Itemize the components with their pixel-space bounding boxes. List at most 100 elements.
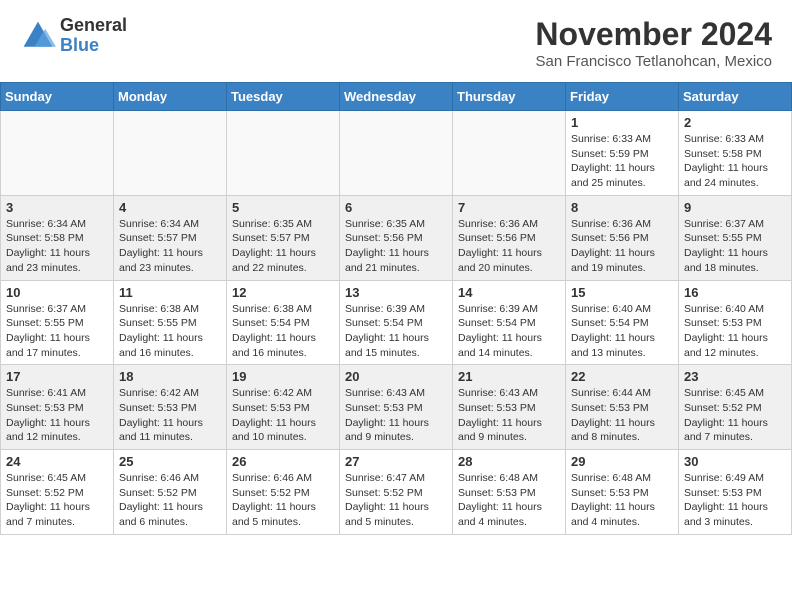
day-info: Sunrise: 6:36 AM Sunset: 5:56 PM Dayligh… [458, 217, 560, 276]
day-number: 28 [458, 454, 560, 469]
calendar-cell [114, 111, 227, 196]
weekday-header-thursday: Thursday [453, 83, 566, 111]
day-info: Sunrise: 6:45 AM Sunset: 5:52 PM Dayligh… [6, 471, 108, 530]
day-number: 12 [232, 285, 334, 300]
calendar-cell: 20Sunrise: 6:43 AM Sunset: 5:53 PM Dayli… [340, 365, 453, 450]
calendar-cell: 28 Sunrise: 6:48 AM Sunset: 5:53 PM Dayli… [453, 450, 566, 535]
calendar-cell: 8Sunrise: 6:36 AM Sunset: 5:56 PM Daylig… [566, 195, 679, 280]
calendar-cell: 21 Sunrise: 6:43 AM Sunset: 5:53 PM Dayli… [453, 365, 566, 450]
weekday-header-wednesday: Wednesday [340, 83, 453, 111]
calendar-cell [453, 111, 566, 196]
day-number: 17 [6, 369, 108, 384]
calendar-cell: 12 Sunrise: 6:38 AM Sunset: 5:54 PM Dayli… [227, 280, 340, 365]
calendar-cell: 2Sunrise: 6:33 AM Sunset: 5:58 PM Daylig… [679, 111, 792, 196]
day-info: Sunrise: 6:42 AM Sunset: 5:53 PM Dayligh… [232, 386, 334, 445]
day-number: 1 [571, 115, 673, 130]
calendar-cell: 16 Sunrise: 6:40 AM Sunset: 5:53 PM Dayli… [679, 280, 792, 365]
day-info: Sunrise: 6:46 AM Sunset: 5:52 PM Dayligh… [232, 471, 334, 530]
calendar-cell: 14 Sunrise: 6:39 AM Sunset: 5:54 PM Dayli… [453, 280, 566, 365]
calendar-cell: 23 Sunrise: 6:45 AM Sunset: 5:52 PM Dayli… [679, 365, 792, 450]
title-block: November 2024 San Francisco Tetlanohcan,… [535, 16, 772, 70]
day-number: 23 [684, 369, 786, 384]
calendar-cell: 19 Sunrise: 6:42 AM Sunset: 5:53 PM Dayli… [227, 365, 340, 450]
day-info: Sunrise: 6:40 AM Sunset: 5:54 PM Dayligh… [571, 302, 673, 361]
day-info: Sunrise: 6:38 AM Sunset: 5:54 PM Dayligh… [232, 302, 334, 361]
day-number: 30 [684, 454, 786, 469]
logo-icon [20, 18, 56, 54]
day-info: Sunrise: 6:35 AM Sunset: 5:56 PM Dayligh… [345, 217, 447, 276]
day-number: 9 [684, 200, 786, 215]
calendar-cell: 1 Sunrise: 6:33 AM Sunset: 5:59 PM Daylig… [566, 111, 679, 196]
day-info: Sunrise: 6:34 AM Sunset: 5:57 PM Dayligh… [119, 217, 221, 276]
day-number: 29 [571, 454, 673, 469]
weekday-header-sunday: Sunday [1, 83, 114, 111]
day-info: Sunrise: 6:49 AM Sunset: 5:53 PM Dayligh… [684, 471, 786, 530]
calendar-cell: 15 Sunrise: 6:40 AM Sunset: 5:54 PM Dayli… [566, 280, 679, 365]
day-number: 25 [119, 454, 221, 469]
day-number: 27 [345, 454, 447, 469]
calendar-table: SundayMondayTuesdayWednesdayThursdayFrid… [0, 82, 792, 535]
day-info: Sunrise: 6:40 AM Sunset: 5:53 PM Dayligh… [684, 302, 786, 361]
day-number: 26 [232, 454, 334, 469]
day-number: 3 [6, 200, 108, 215]
calendar-cell: 26 Sunrise: 6:46 AM Sunset: 5:52 PM Dayli… [227, 450, 340, 535]
weekday-header-friday: Friday [566, 83, 679, 111]
calendar-cell: 30 Sunrise: 6:49 AM Sunset: 5:53 PM Dayli… [679, 450, 792, 535]
day-number: 22 [571, 369, 673, 384]
weekday-header-row: SundayMondayTuesdayWednesdayThursdayFrid… [1, 83, 792, 111]
day-info: Sunrise: 6:48 AM Sunset: 5:53 PM Dayligh… [458, 471, 560, 530]
day-info: Sunrise: 6:35 AM Sunset: 5:57 PM Dayligh… [232, 217, 334, 276]
week-row-3: 10Sunrise: 6:37 AM Sunset: 5:55 PM Dayli… [1, 280, 792, 365]
day-number: 7 [458, 200, 560, 215]
day-number: 21 [458, 369, 560, 384]
page-header: General Blue November 2024 San Francisco… [0, 0, 792, 74]
weekday-header-saturday: Saturday [679, 83, 792, 111]
day-number: 11 [119, 285, 221, 300]
day-number: 16 [684, 285, 786, 300]
calendar-cell: 5 Sunrise: 6:35 AM Sunset: 5:57 PM Daylig… [227, 195, 340, 280]
calendar-cell: 10Sunrise: 6:37 AM Sunset: 5:55 PM Dayli… [1, 280, 114, 365]
calendar-cell: 29 Sunrise: 6:48 AM Sunset: 5:53 PM Dayli… [566, 450, 679, 535]
day-info: Sunrise: 6:47 AM Sunset: 5:52 PM Dayligh… [345, 471, 447, 530]
day-info: Sunrise: 6:41 AM Sunset: 5:53 PM Dayligh… [6, 386, 108, 445]
day-info: Sunrise: 6:48 AM Sunset: 5:53 PM Dayligh… [571, 471, 673, 530]
week-row-4: 17 Sunrise: 6:41 AM Sunset: 5:53 PM Dayli… [1, 365, 792, 450]
day-info: Sunrise: 6:43 AM Sunset: 5:53 PM Dayligh… [458, 386, 560, 445]
day-number: 19 [232, 369, 334, 384]
day-number: 18 [119, 369, 221, 384]
calendar-cell: 4Sunrise: 6:34 AM Sunset: 5:57 PM Daylig… [114, 195, 227, 280]
day-info: Sunrise: 6:42 AM Sunset: 5:53 PM Dayligh… [119, 386, 221, 445]
weekday-header-monday: Monday [114, 83, 227, 111]
day-number: 15 [571, 285, 673, 300]
calendar-cell: 11 Sunrise: 6:38 AM Sunset: 5:55 PM Dayli… [114, 280, 227, 365]
day-number: 14 [458, 285, 560, 300]
weekday-header-tuesday: Tuesday [227, 83, 340, 111]
day-info: Sunrise: 6:34 AM Sunset: 5:58 PM Dayligh… [6, 217, 108, 276]
week-row-5: 24 Sunrise: 6:45 AM Sunset: 5:52 PM Dayli… [1, 450, 792, 535]
day-number: 6 [345, 200, 447, 215]
calendar-cell [227, 111, 340, 196]
calendar-cell: 24 Sunrise: 6:45 AM Sunset: 5:52 PM Dayli… [1, 450, 114, 535]
day-number: 5 [232, 200, 334, 215]
logo-blue-text: Blue [60, 36, 127, 56]
day-info: Sunrise: 6:36 AM Sunset: 5:56 PM Dayligh… [571, 217, 673, 276]
day-info: Sunrise: 6:45 AM Sunset: 5:52 PM Dayligh… [684, 386, 786, 445]
calendar-cell: 25 Sunrise: 6:46 AM Sunset: 5:52 PM Dayli… [114, 450, 227, 535]
day-number: 2 [684, 115, 786, 130]
day-info: Sunrise: 6:46 AM Sunset: 5:52 PM Dayligh… [119, 471, 221, 530]
day-info: Sunrise: 6:37 AM Sunset: 5:55 PM Dayligh… [684, 217, 786, 276]
day-number: 13 [345, 285, 447, 300]
day-info: Sunrise: 6:33 AM Sunset: 5:59 PM Dayligh… [571, 132, 673, 191]
week-row-2: 3 Sunrise: 6:34 AM Sunset: 5:58 PM Daylig… [1, 195, 792, 280]
day-info: Sunrise: 6:38 AM Sunset: 5:55 PM Dayligh… [119, 302, 221, 361]
calendar-cell: 9 Sunrise: 6:37 AM Sunset: 5:55 PM Daylig… [679, 195, 792, 280]
calendar-cell [340, 111, 453, 196]
calendar-cell: 6 Sunrise: 6:35 AM Sunset: 5:56 PM Daylig… [340, 195, 453, 280]
calendar-cell: 22 Sunrise: 6:44 AM Sunset: 5:53 PM Dayli… [566, 365, 679, 450]
day-number: 20 [345, 369, 447, 384]
day-info: Sunrise: 6:44 AM Sunset: 5:53 PM Dayligh… [571, 386, 673, 445]
day-number: 24 [6, 454, 108, 469]
calendar-cell: 27 Sunrise: 6:47 AM Sunset: 5:52 PM Dayli… [340, 450, 453, 535]
day-info: Sunrise: 6:39 AM Sunset: 5:54 PM Dayligh… [458, 302, 560, 361]
logo: General Blue [20, 16, 127, 56]
